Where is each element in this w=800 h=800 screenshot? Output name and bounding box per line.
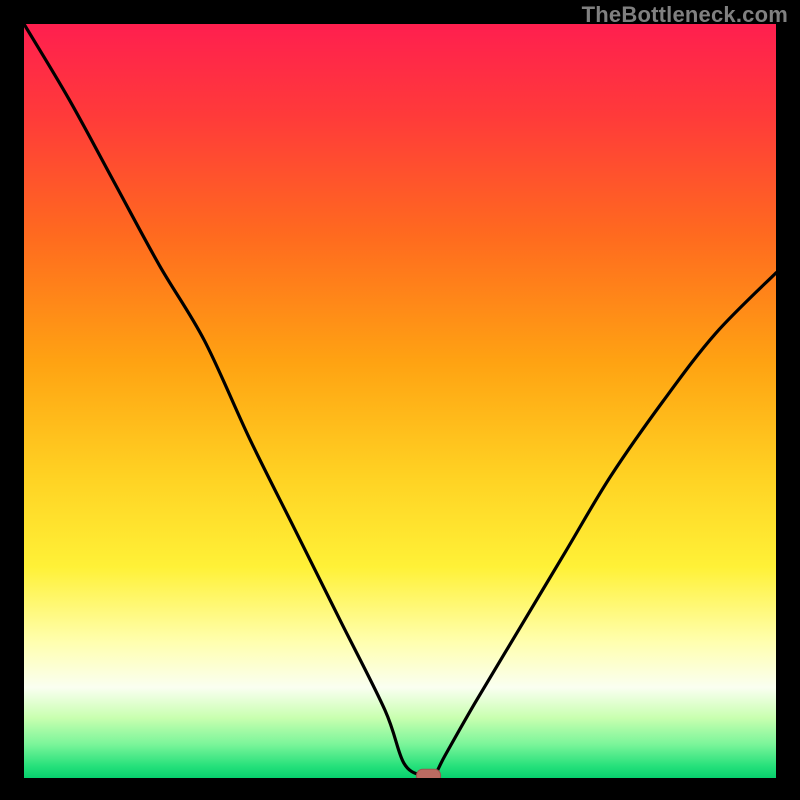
optimal-marker <box>417 769 441 778</box>
chart-frame: TheBottleneck.com <box>0 0 800 800</box>
bottleneck-chart <box>24 24 776 778</box>
plot-area <box>24 24 776 778</box>
